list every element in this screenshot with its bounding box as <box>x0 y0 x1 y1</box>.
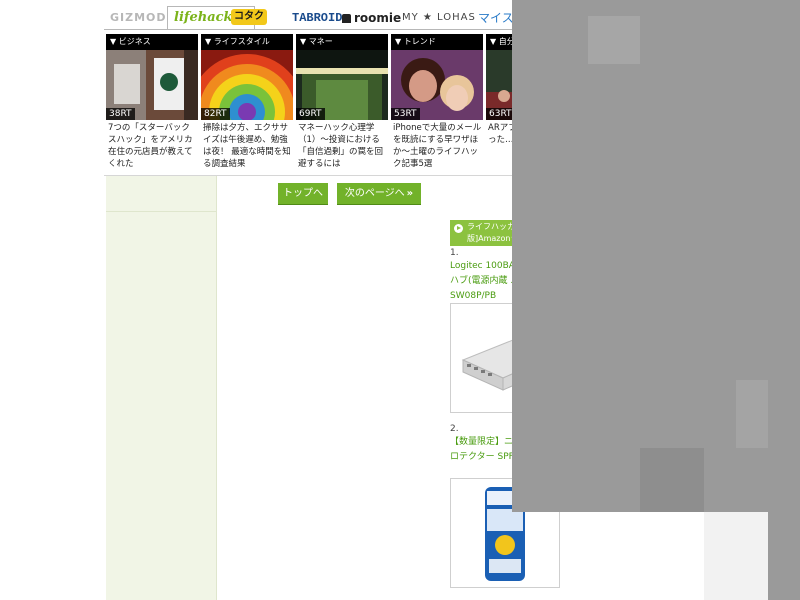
overlay-block <box>736 380 768 448</box>
article-card[interactable]: ▼ ビジネス 38RT 7つの「スターバックスハック」をアメリカ在住の元店員が教… <box>106 34 198 170</box>
site-tab-kotaku[interactable]: コタク <box>231 9 267 25</box>
card-category[interactable]: ▼ トレンド <box>391 34 483 50</box>
double-chevron-right-icon: » <box>406 188 414 199</box>
card-thumbnail[interactable]: 53RT <box>391 50 483 120</box>
card-category[interactable]: ▼ マネー <box>296 34 388 50</box>
retweet-count: 63RT <box>486 108 515 120</box>
retweet-count: 69RT <box>296 108 325 120</box>
article-card[interactable]: ▼ ライフスタイル 82RT 掃除は夕方、エクササイズは午後遅め、勉強は夜！ 最… <box>201 34 293 170</box>
site-tab-mylohas[interactable]: MY ★ LOHAS <box>402 7 476 29</box>
card-category[interactable]: ▼ ライフスタイル <box>201 34 293 50</box>
next-page-button[interactable]: 次のページへ» <box>337 183 421 205</box>
overlay-block <box>512 0 768 512</box>
article-card[interactable]: ▼ トレンド 53RT iPhoneで大量のメールを既読にする早ワザほか〜土曜の… <box>391 34 483 170</box>
site-bar-divider <box>104 29 512 30</box>
site-tab-mysupp[interactable]: マイスピ <box>478 7 512 29</box>
rank-number: 2. <box>450 424 459 434</box>
site-tab-roomie[interactable]: roomie <box>342 7 401 29</box>
card-thumbnail[interactable]: 69RT <box>296 50 388 120</box>
card-thumbnail[interactable]: 38RT <box>106 50 198 120</box>
back-to-top-button[interactable]: トップへ <box>278 183 328 205</box>
retweet-count: 53RT <box>391 108 420 120</box>
article-card[interactable]: ▼ マネー 69RT マネーハック心理学（1）～投資における「自信過剰」の罠を回… <box>296 34 388 170</box>
site-network-bar: GIZMODO lifehacker コタク TABROID roomie MY… <box>104 6 512 30</box>
card-title[interactable]: 掃除は夕方、エクササイズは午後遅め、勉強は夜！ 最適な時間を知る調査結果 <box>201 122 293 170</box>
overlay-block <box>704 512 768 600</box>
left-sidebar-column <box>106 176 217 600</box>
site-tab-roomie-label: roomie <box>354 11 402 25</box>
card-title[interactable]: 7つの「スターバックスハック」をアメリカ在住の元店員が教えてくれた <box>106 122 198 170</box>
retweet-count: 38RT <box>106 108 135 120</box>
rank-number: 1. <box>450 248 459 258</box>
card-title[interactable]: iPhoneで大量のメールを既読にする早ワザほか〜土曜のライフハック記事5選 <box>391 122 483 170</box>
card-category[interactable]: ▼ ビジネス <box>106 34 198 50</box>
site-tab-tabroid[interactable]: TABROID <box>292 7 342 29</box>
next-page-label: 次のページへ <box>344 188 405 199</box>
overlay-block <box>768 0 800 600</box>
overlay-block <box>588 16 640 64</box>
card-title[interactable]: マネーハック心理学（1）～投資における「自信過剰」の罠を回避するには <box>296 122 388 170</box>
retweet-count: 82RT <box>201 108 230 120</box>
play-circle-icon <box>454 224 463 233</box>
card-thumbnail[interactable]: 82RT <box>201 50 293 120</box>
overlay-block <box>640 448 704 512</box>
house-icon <box>342 14 351 23</box>
left-sidebar-rule <box>106 211 216 212</box>
